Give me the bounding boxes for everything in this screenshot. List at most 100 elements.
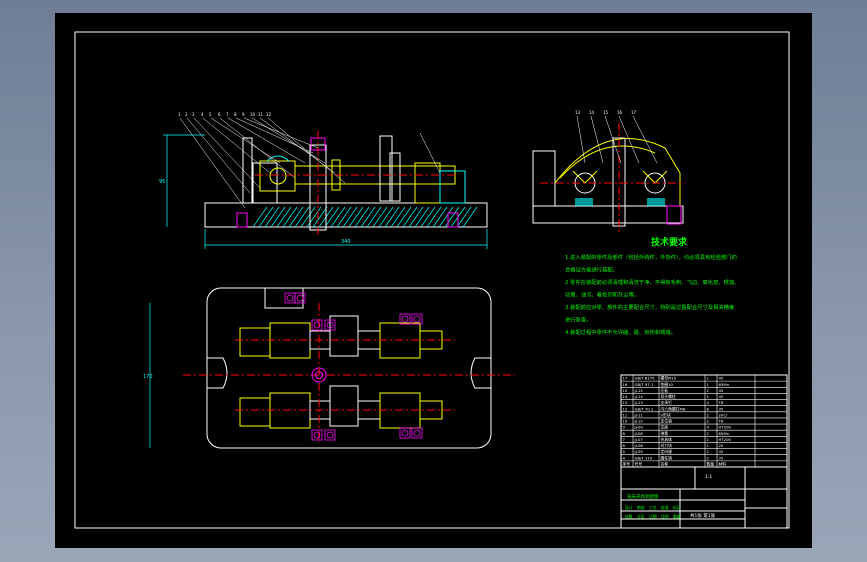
bom-cell: GB/T 97.1 [635, 382, 654, 387]
callout-11: 11 [258, 112, 264, 117]
drawing-name: 铣床夹具装配图 [627, 493, 659, 500]
bom-cell: 2 [707, 431, 710, 436]
bom-header-cell: 序号 [623, 462, 631, 467]
bom-cell: JJ-07 [634, 437, 644, 442]
callout-12: 12 [266, 112, 272, 117]
bom-cell: 45 [719, 376, 724, 381]
base-bolt-left [236, 212, 248, 228]
title-block-label: 分区 [637, 514, 645, 519]
side-callout-13: 13 [575, 110, 581, 115]
front-callouts: 1 2 3 4 5 6 7 8 9 10 11 12 [178, 112, 441, 209]
bom-cell: 双头螺柱 [661, 394, 676, 399]
title-block: 铣床夹具装配图 1:1 共1张 第1张 设计 审核 工艺 批准 标记处数 分区 日期 比例 重量 [620, 466, 788, 529]
bom-cell: 12 [623, 406, 628, 411]
bom-cell: 11 [623, 412, 628, 417]
callout-5: 5 [209, 112, 212, 117]
dim-overall-length: 340 [341, 239, 351, 245]
bom-cell: 20 [719, 443, 724, 448]
bom-header-cell: 名称 [661, 462, 669, 467]
note-line: 合格证方能进行装配。 [565, 266, 618, 274]
bom-cell: HT200 [719, 437, 732, 442]
bom-cell: 2 [707, 455, 710, 460]
side-view: 13 14 15 16 17 [532, 110, 685, 233]
bom-cell: 1 [707, 376, 710, 381]
drawing-canvas: 340 95 1 2 3 4 5 6 7 8 9 10 11 12 13 14 15 16 17 [55, 13, 812, 548]
bom-cell: GB/T 6170 [635, 376, 656, 381]
bom-cell: 弹簧 [661, 431, 669, 436]
bom-cell: 1 [707, 382, 710, 387]
note-line: 2.零件在装配前必须清理和清洗干净，不得有毛刺、飞边、氧化皮、锈蚀、 [565, 278, 740, 286]
bom-cell: 35 [719, 455, 724, 460]
bom-cell: 15 [623, 388, 628, 393]
bom-cell: JJ-09 [634, 425, 644, 430]
bom-cell: 35 [719, 406, 724, 411]
bom-cell: JJ-06 [634, 443, 644, 448]
callout-1: 1 [178, 112, 181, 117]
title-block-label: 重量 [673, 514, 681, 519]
bom-cell: 1 [707, 437, 710, 442]
bom-cell: 8 [707, 406, 710, 411]
plan-body [206, 287, 492, 449]
callout-3: 3 [192, 112, 195, 117]
bom-cell: 2 [707, 412, 710, 417]
bom-cell: V形块 [661, 412, 671, 417]
bom-cell: 14 [623, 394, 628, 399]
side-left-block [532, 150, 556, 207]
callout-2: 2 [185, 112, 188, 117]
bom-cell: 压板 [661, 388, 669, 393]
bom-cell: JJ-10 [634, 419, 644, 424]
bom-cell: JJ-11 [634, 412, 644, 417]
right-support [414, 162, 441, 204]
technical-notes: 技术要求 1.进入装配的零件及部件（包括外购件，外协件），均必须具有检验部门的 … [565, 236, 740, 336]
bom-header-cell: 材料 [719, 462, 727, 467]
callout-6: 6 [218, 112, 221, 117]
bom-cell: JJ-13 [634, 400, 644, 405]
bom-cell: 8 [623, 431, 626, 436]
bom-cell: 2 [707, 388, 710, 393]
bom-cell: 20Cr [719, 412, 728, 417]
bom-cell: JJ-15 [634, 388, 644, 393]
bom-table: 17 GB/T 6170 螺母M10 1 4516 GB/T 97.1 垫圈10 1 65Mn1… [620, 374, 788, 468]
drawing-sheet-count: 共1张 第1张 [690, 512, 716, 519]
bom-header-cell: 数量 [707, 462, 715, 467]
bom-cell: 定向键 [661, 449, 673, 454]
bom-cell: 垫圈10 [661, 382, 674, 387]
bom-cell: 9 [623, 425, 626, 430]
bom-cell: 4 [707, 400, 710, 405]
side-callout-16: 16 [617, 110, 623, 115]
bom-cell: JJ-14 [634, 394, 644, 399]
bom-cell: JJ-08 [634, 431, 644, 436]
plan-view: 170 [143, 287, 515, 449]
bom-cell: GB/T 119 [635, 455, 653, 460]
bom-cell: 5 [623, 449, 626, 454]
bom-cell: 4 [623, 455, 626, 460]
callout-9: 9 [242, 112, 245, 117]
bom-cell: T8 [718, 400, 724, 405]
dim-plan-height: 170 [143, 374, 153, 380]
callout-10: 10 [250, 112, 256, 117]
bom-cell: 内六角螺钉M8 [661, 406, 686, 411]
callout-4: 4 [201, 112, 204, 117]
bom-cell: 圆柱销 [661, 455, 673, 460]
bom-cell: 16 [623, 382, 628, 387]
notes-title: 技术要求 [651, 236, 688, 248]
bom-cell: HT200 [719, 425, 732, 430]
bom-cell: 17 [623, 376, 628, 381]
side-callout-17: 17 [631, 110, 637, 115]
bom-cell: 支承钉 [661, 400, 673, 405]
title-block-label: 日期 [649, 514, 657, 519]
bom-cell: 65Mn [719, 382, 730, 387]
callout-7: 7 [226, 112, 229, 117]
bom-cell: 1 [707, 394, 710, 399]
bom-header-cell: 代号 [635, 462, 643, 467]
plan-lower-shaft [235, 385, 455, 429]
front-view: 340 95 1 2 3 4 5 6 7 8 9 10 11 12 [159, 112, 488, 249]
side-callout-15: 15 [603, 110, 609, 115]
note-line: 进行复查。 [565, 316, 592, 324]
callout-8: 8 [234, 112, 237, 117]
bom-cell: 2 [707, 449, 710, 454]
title-block-label: 设计 [625, 505, 633, 510]
bom-cell: 定位销 [661, 419, 673, 424]
title-block-label: 比例 [661, 514, 669, 519]
side-base [532, 205, 684, 224]
